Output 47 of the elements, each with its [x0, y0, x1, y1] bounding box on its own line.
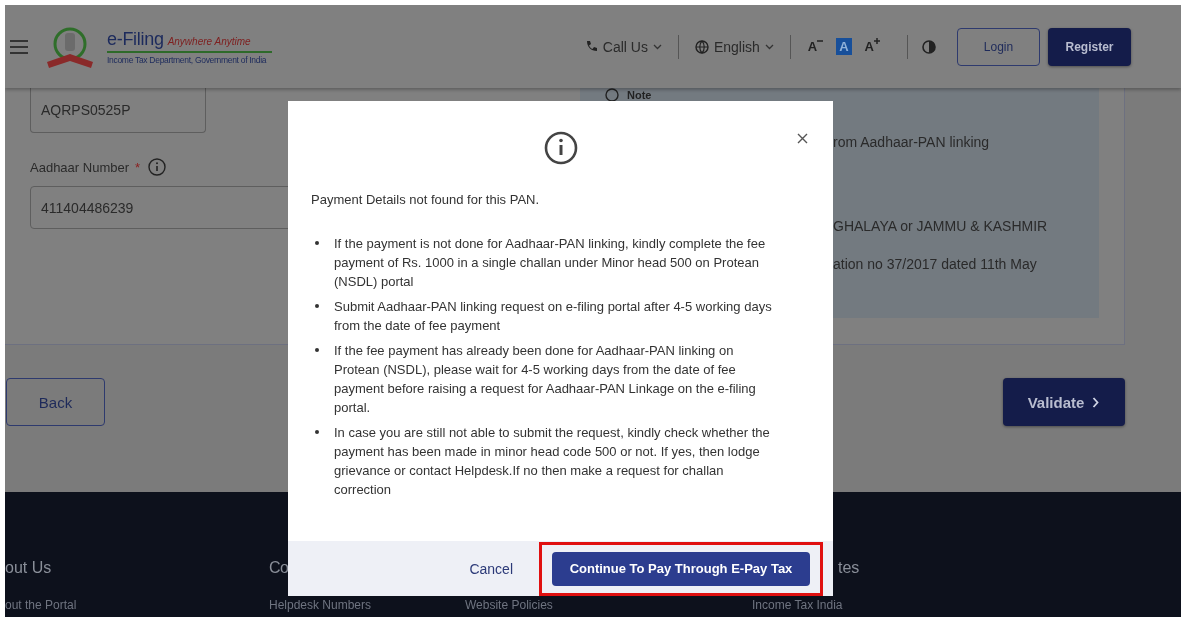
- back-button[interactable]: Back: [6, 378, 105, 426]
- login-button[interactable]: Login: [957, 27, 1040, 66]
- footer-heading: out Us: [5, 559, 52, 578]
- bullet-text: In case you are still not able to submit the request, kindly check whether the payment has been made in minor head code 500 or not. If yes, then lodge grievance or contact Helpdesk.If no then make a request for challan correction: [334, 424, 771, 499]
- note-text: ation no 37/2017 dated 11th May: [833, 256, 1037, 272]
- logo-tagline: Anywhere Anytime: [167, 35, 251, 47]
- field-label: Aadhaar Number: [30, 159, 129, 175]
- minus-icon: [817, 38, 824, 44]
- bullet-text: If the payment is not done for Aadhaar-PAN linking, kindly complete the fee payment of Rs. 1000 in a single challan under Minor head 500 on Protean (NSDL) portal: [334, 235, 767, 291]
- footer-heading: Co: [269, 559, 289, 578]
- chevron-right-icon: [1092, 396, 1101, 408]
- validate-button[interactable]: Validate: [1003, 378, 1125, 426]
- required-mark: *: [135, 159, 141, 175]
- bullet-icon: [315, 241, 319, 245]
- caret-icon: [652, 43, 662, 50]
- language-dropdown[interactable]: English: [692, 34, 776, 59]
- continue-button[interactable]: Continue To Pay Through E-Pay Tax: [552, 551, 810, 586]
- bullet-icon: [315, 430, 319, 434]
- logo-title: e-Filing: [107, 28, 164, 50]
- footer-link[interactable]: Income Tax India: [752, 598, 843, 612]
- contrast-icon[interactable]: [922, 39, 936, 54]
- note-title: Note: [627, 89, 652, 101]
- note-text: GHALAYA or JAMMU & KASHMIR: [833, 218, 1048, 234]
- pan-field[interactable]: AQRPS0525P: [30, 86, 206, 133]
- font-size-button[interactable]: A: [804, 38, 827, 55]
- bullet-icon: [315, 304, 319, 308]
- footer-link[interactable]: Helpdesk Numbers: [269, 598, 372, 612]
- phone-icon: [584, 40, 598, 53]
- register-button[interactable]: Register: [1048, 27, 1131, 66]
- bullet-icon: [315, 348, 319, 352]
- footer-link[interactable]: Website Policies: [465, 598, 553, 612]
- font-size-button[interactable]: A: [836, 38, 852, 55]
- menu-icon[interactable]: [10, 39, 28, 54]
- close-icon[interactable]: [797, 133, 808, 144]
- font-size-button[interactable]: A: [861, 38, 883, 55]
- bullet-text: Submit Aadhaar-PAN linking request on e-filing portal after 4-5 working days from the date of fee payment: [334, 298, 773, 335]
- cancel-button[interactable]: Cancel: [463, 559, 519, 578]
- plus-icon: [874, 38, 880, 44]
- footer-link[interactable]: out the Portal: [5, 598, 77, 612]
- department-name: Income Tax Department, Government of India: [107, 54, 268, 65]
- dialog-message: Payment Details not found for this PAN.: [311, 192, 541, 207]
- note-text: rom Aadhaar-PAN linking: [833, 134, 990, 150]
- globe-icon: [694, 39, 709, 54]
- footer-heading: tes: [838, 559, 860, 578]
- call-us-dropdown[interactable]: Call Us: [582, 34, 664, 59]
- caret-icon: [764, 43, 774, 50]
- bullet-text: If the fee payment has already been done for Aadhaar-PAN linking on Protean (NSDL), please wait for 4-5 working days from the date of fee payment before raising a request for Aadhaar-PAN Linkage on the e-filing portal.: [334, 342, 757, 417]
